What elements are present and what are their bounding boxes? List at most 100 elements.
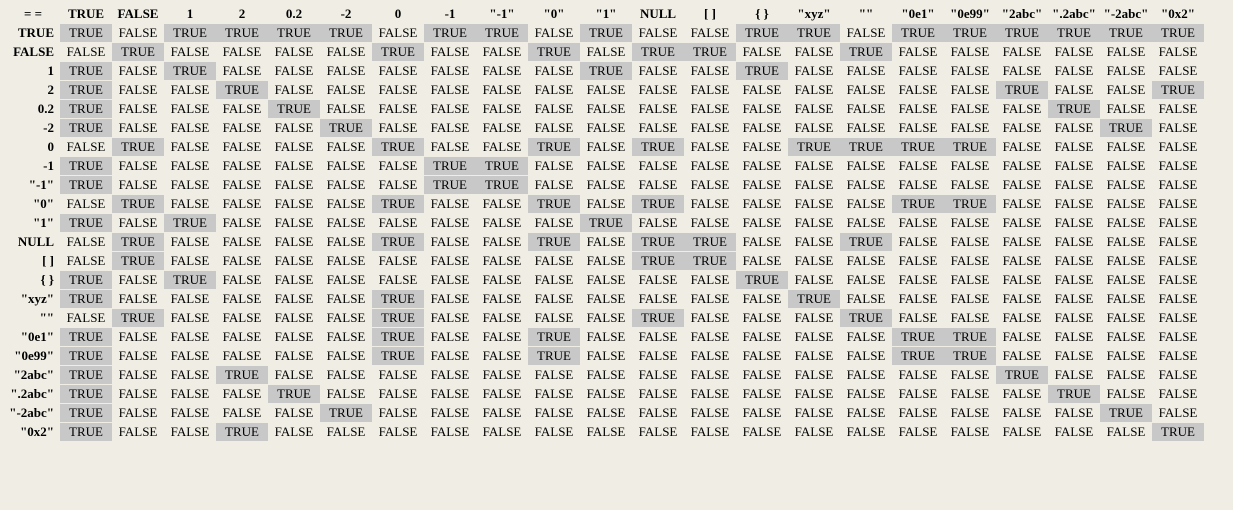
truth-cell: TRUE xyxy=(216,81,268,99)
truth-cell: TRUE xyxy=(632,195,684,213)
truth-cell: TRUE xyxy=(60,24,112,42)
row-label: "xyz" xyxy=(6,290,60,308)
truth-cell: FALSE xyxy=(268,119,320,137)
truth-cell: FALSE xyxy=(1048,62,1100,80)
truth-cell: FALSE xyxy=(580,176,632,194)
truth-cell: FALSE xyxy=(788,100,840,118)
truth-cell: FALSE xyxy=(268,252,320,270)
truth-cell: FALSE xyxy=(1152,404,1204,422)
truth-cell: TRUE xyxy=(60,119,112,137)
truth-cell: FALSE xyxy=(320,290,372,308)
truth-cell: FALSE xyxy=(944,309,996,327)
truth-cell: TRUE xyxy=(996,366,1048,384)
truth-cell: FALSE xyxy=(320,252,372,270)
truth-cell: FALSE xyxy=(1152,328,1204,346)
truth-cell: FALSE xyxy=(528,81,580,99)
truth-cell: FALSE xyxy=(1152,214,1204,232)
truth-cell: TRUE xyxy=(996,81,1048,99)
truth-cell: FALSE xyxy=(944,214,996,232)
truth-cell: FALSE xyxy=(60,252,112,270)
truth-cell: FALSE xyxy=(1100,347,1152,365)
truth-cell: FALSE xyxy=(1100,81,1152,99)
truth-cell: FALSE xyxy=(320,176,372,194)
truth-cell: FALSE xyxy=(736,157,788,175)
truth-cell: TRUE xyxy=(632,233,684,251)
truth-cell: FALSE xyxy=(268,328,320,346)
col-header: "0x2" xyxy=(1152,5,1204,23)
truth-cell: TRUE xyxy=(1100,404,1152,422)
truth-cell: FALSE xyxy=(632,271,684,289)
truth-cell: FALSE xyxy=(1152,271,1204,289)
truth-cell: FALSE xyxy=(424,271,476,289)
truth-cell: FALSE xyxy=(892,100,944,118)
col-header: ".2abc" xyxy=(1048,5,1100,23)
truth-cell: FALSE xyxy=(320,43,372,61)
truth-cell: FALSE xyxy=(112,271,164,289)
truth-cell: TRUE xyxy=(60,347,112,365)
truth-cell: FALSE xyxy=(1048,347,1100,365)
truth-cell: FALSE xyxy=(372,404,424,422)
truth-cell: TRUE xyxy=(1152,423,1204,441)
truth-cell: FALSE xyxy=(164,157,216,175)
truth-cell: FALSE xyxy=(320,347,372,365)
truth-cell: FALSE xyxy=(892,62,944,80)
truth-cell: FALSE xyxy=(424,100,476,118)
col-header: "1" xyxy=(580,5,632,23)
truth-cell: FALSE xyxy=(840,119,892,137)
truth-cell: TRUE xyxy=(320,24,372,42)
truth-cell: FALSE xyxy=(1048,252,1100,270)
truth-cell: FALSE xyxy=(268,271,320,289)
table-row: ".2abc"TRUEFALSEFALSEFALSETRUEFALSEFALSE… xyxy=(6,385,1204,403)
truth-cell: FALSE xyxy=(476,347,528,365)
truth-cell: FALSE xyxy=(1048,157,1100,175)
truth-cell: FALSE xyxy=(476,138,528,156)
truth-cell: FALSE xyxy=(268,157,320,175)
truth-cell: FALSE xyxy=(1152,43,1204,61)
truth-cell: FALSE xyxy=(424,290,476,308)
truth-cell: FALSE xyxy=(580,366,632,384)
truth-cell: FALSE xyxy=(1100,195,1152,213)
truth-cell: FALSE xyxy=(1152,290,1204,308)
truth-cell: TRUE xyxy=(372,309,424,327)
truth-cell: FALSE xyxy=(164,176,216,194)
truth-cell: FALSE xyxy=(996,138,1048,156)
truth-cell: FALSE xyxy=(840,195,892,213)
truth-cell: FALSE xyxy=(840,385,892,403)
truth-cell: FALSE xyxy=(1152,157,1204,175)
truth-cell: FALSE xyxy=(892,385,944,403)
truth-cell: FALSE xyxy=(1048,138,1100,156)
truth-cell: FALSE xyxy=(476,100,528,118)
truth-cell: FALSE xyxy=(320,214,372,232)
truth-cell: FALSE xyxy=(268,43,320,61)
truth-cell: FALSE xyxy=(840,214,892,232)
truth-cell: FALSE xyxy=(372,157,424,175)
truth-cell: TRUE xyxy=(840,233,892,251)
truth-cell: TRUE xyxy=(736,62,788,80)
truth-cell: TRUE xyxy=(372,347,424,365)
table-row: "xyz"TRUEFALSEFALSEFALSEFALSEFALSETRUEFA… xyxy=(6,290,1204,308)
truth-cell: TRUE xyxy=(892,24,944,42)
truth-cell: TRUE xyxy=(840,309,892,327)
truth-cell: FALSE xyxy=(788,81,840,99)
truth-cell: FALSE xyxy=(944,404,996,422)
truth-cell: FALSE xyxy=(996,423,1048,441)
truth-cell: FALSE xyxy=(60,233,112,251)
truth-cell: FALSE xyxy=(632,24,684,42)
truth-cell: FALSE xyxy=(736,138,788,156)
truth-cell: FALSE xyxy=(528,366,580,384)
truth-cell: FALSE xyxy=(268,404,320,422)
truth-cell: FALSE xyxy=(528,385,580,403)
truth-cell: FALSE xyxy=(788,62,840,80)
truth-cell: FALSE xyxy=(632,157,684,175)
truth-cell: FALSE xyxy=(996,290,1048,308)
truth-cell: FALSE xyxy=(216,100,268,118)
truth-cell: FALSE xyxy=(788,366,840,384)
row-label: "0x2" xyxy=(6,423,60,441)
truth-cell: FALSE xyxy=(320,157,372,175)
truth-cell: TRUE xyxy=(164,214,216,232)
truth-cell: FALSE xyxy=(216,328,268,346)
truth-cell: FALSE xyxy=(268,81,320,99)
truth-cell: TRUE xyxy=(528,43,580,61)
truth-cell: FALSE xyxy=(1048,290,1100,308)
truth-cell: FALSE xyxy=(424,423,476,441)
